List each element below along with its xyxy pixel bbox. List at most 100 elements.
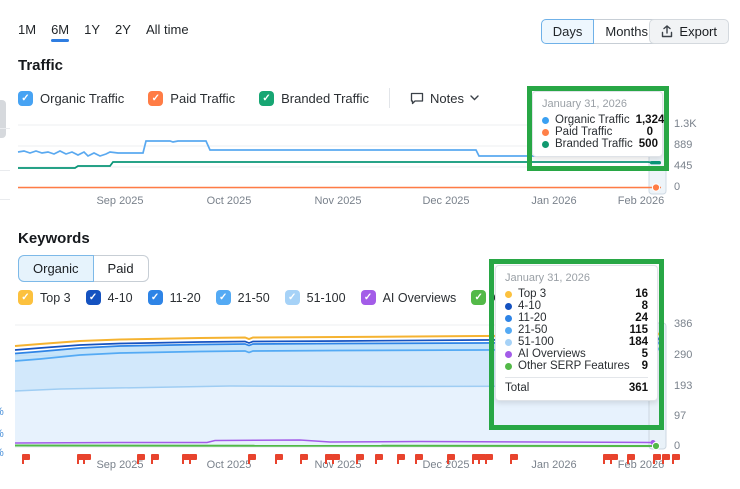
tooltip-date: January 31, 2026 <box>505 272 648 284</box>
tooltip-row: Branded Traffic 500 <box>542 138 653 150</box>
tooltip-row: AI Overviews 5 <box>505 348 648 360</box>
legend-top-3[interactable]: ✓ Top 3 <box>18 290 71 305</box>
tooltip-value: 1,324 <box>636 114 665 126</box>
scrollbar-thumb[interactable] <box>0 100 6 138</box>
note-flag-icon[interactable] <box>332 454 340 460</box>
note-flag-icon[interactable] <box>485 454 493 460</box>
note-flag-icon[interactable] <box>627 454 635 460</box>
keywords-tooltip: January 31, 2026 Top 3 16 4-10 8 11-20 2… <box>495 265 658 401</box>
traffic-xtick: Jan 2026 <box>524 195 584 207</box>
checkbox-icon[interactable]: ✓ <box>18 290 33 305</box>
keywords-ytick: 386 <box>674 318 692 330</box>
tooltip-label: 11-20 <box>518 312 629 324</box>
notes-dropdown-button[interactable]: Notes <box>410 91 479 106</box>
checkbox-icon[interactable]: ✓ <box>285 290 300 305</box>
legend-4-10[interactable]: ✓ 4-10 <box>86 290 133 305</box>
checkbox-icon[interactable]: ✓ <box>259 91 274 106</box>
series-dot-icon <box>505 303 512 310</box>
legend-organic-traffic[interactable]: ✓ Organic Traffic <box>18 91 124 106</box>
hover-marker <box>652 442 659 449</box>
tooltip-value: 24 <box>635 312 648 324</box>
traffic-ytick: 1.3K <box>674 118 697 130</box>
legend-51-100[interactable]: ✓ 51-100 <box>285 290 346 305</box>
checkbox-icon[interactable]: ✓ <box>86 290 101 305</box>
legend-label: 11-20 <box>170 291 201 305</box>
tooltip-label: Top 3 <box>518 288 629 300</box>
note-flag-icon[interactable] <box>447 454 455 460</box>
series-dot-icon <box>505 327 512 334</box>
traffic-section-title: Traffic <box>18 57 63 74</box>
note-flag-icon[interactable] <box>248 454 256 460</box>
tooltip-row: Organic Traffic 1,324 <box>542 114 653 126</box>
legend-ai-overviews[interactable]: ✓ AI Overviews <box>361 290 457 305</box>
keywords-section-title: Keywords <box>18 230 90 247</box>
legend-label: Organic Traffic <box>40 91 124 106</box>
checkbox-icon[interactable]: ✓ <box>18 91 33 106</box>
edge-artifact: % <box>0 406 4 418</box>
note-flag-icon[interactable] <box>610 454 618 460</box>
series-dot-icon <box>505 363 512 370</box>
note-flag-icon[interactable] <box>510 454 518 460</box>
traffic-xtick: Oct 2025 <box>199 195 259 207</box>
export-label: Export <box>679 23 717 40</box>
series-dot-icon <box>542 129 549 136</box>
tooltip-value: 500 <box>639 138 658 150</box>
note-flag-icon[interactable] <box>356 454 364 460</box>
checkbox-icon[interactable]: ✓ <box>216 290 231 305</box>
tooltip-label: AI Overviews <box>518 348 636 360</box>
legend-21-50[interactable]: ✓ 21-50 <box>216 290 270 305</box>
edge-artifact <box>0 199 10 200</box>
keywords-ytick: 97 <box>674 410 686 422</box>
tab-organic[interactable]: Organic <box>18 255 94 282</box>
range-tab-all-time[interactable]: All time <box>146 22 189 42</box>
range-tab-6m[interactable]: 6M <box>51 22 69 42</box>
keywords-ytick: 193 <box>674 380 692 392</box>
note-flag-icon[interactable] <box>151 454 159 460</box>
tooltip-row: Other SERP Features 9 <box>505 360 648 372</box>
traffic-ytick: 0 <box>674 181 680 193</box>
note-flag-icon[interactable] <box>653 454 661 460</box>
range-tab-1m[interactable]: 1M <box>18 22 36 42</box>
edge-artifact: % <box>0 428 4 440</box>
tooltip-label: Organic Traffic <box>555 114 630 126</box>
traffic-ytick: 445 <box>674 160 692 172</box>
note-flag-icon[interactable] <box>189 454 197 460</box>
tooltip-value: 361 <box>629 382 648 394</box>
legend-paid-traffic[interactable]: ✓ Paid Traffic <box>148 91 235 106</box>
tooltip-date: January 31, 2026 <box>542 98 653 110</box>
toggle-days[interactable]: Days <box>541 19 595 44</box>
legend-label: 4-10 <box>108 291 133 305</box>
date-range-tabs: 1M 6M 1Y 2Y All time <box>18 22 189 42</box>
legend-label: Top 3 <box>40 291 71 305</box>
tab-paid[interactable]: Paid <box>94 255 149 282</box>
note-flag-icon[interactable] <box>415 454 423 460</box>
legend-11-20[interactable]: ✓ 11-20 <box>148 290 201 305</box>
note-flag-icon[interactable] <box>275 454 283 460</box>
note-flag-icon[interactable] <box>375 454 383 460</box>
note-flag-icon[interactable] <box>22 454 30 460</box>
edge-artifact <box>0 128 10 129</box>
note-flag-icon[interactable] <box>662 454 670 460</box>
export-button[interactable]: Export <box>649 19 729 44</box>
checkbox-icon[interactable]: ✓ <box>148 91 163 106</box>
traffic-xtick: Dec 2025 <box>416 195 476 207</box>
traffic-xtick: Sep 2025 <box>90 195 150 207</box>
note-flag-icon[interactable] <box>137 454 145 460</box>
tooltip-total-row: Total 361 <box>505 382 648 394</box>
tooltip-value: 184 <box>629 336 648 348</box>
note-flag-icon[interactable] <box>397 454 405 460</box>
checkbox-icon[interactable]: ✓ <box>471 290 486 305</box>
notes-label: Notes <box>430 91 464 106</box>
note-flag-icon[interactable] <box>300 454 308 460</box>
note-flag-icon[interactable] <box>672 454 680 460</box>
checkbox-icon[interactable]: ✓ <box>361 290 376 305</box>
traffic-xtick: Feb 2026 <box>611 195 671 207</box>
range-tab-2y[interactable]: 2Y <box>115 22 131 42</box>
tooltip-value: 9 <box>642 360 648 372</box>
note-flag-icon[interactable] <box>83 454 91 460</box>
range-tab-1y[interactable]: 1Y <box>84 22 100 42</box>
tooltip-label: 21-50 <box>518 324 623 336</box>
tooltip-row: 4-10 8 <box>505 300 648 312</box>
legend-branded-traffic[interactable]: ✓ Branded Traffic <box>259 91 369 106</box>
checkbox-icon[interactable]: ✓ <box>148 290 163 305</box>
